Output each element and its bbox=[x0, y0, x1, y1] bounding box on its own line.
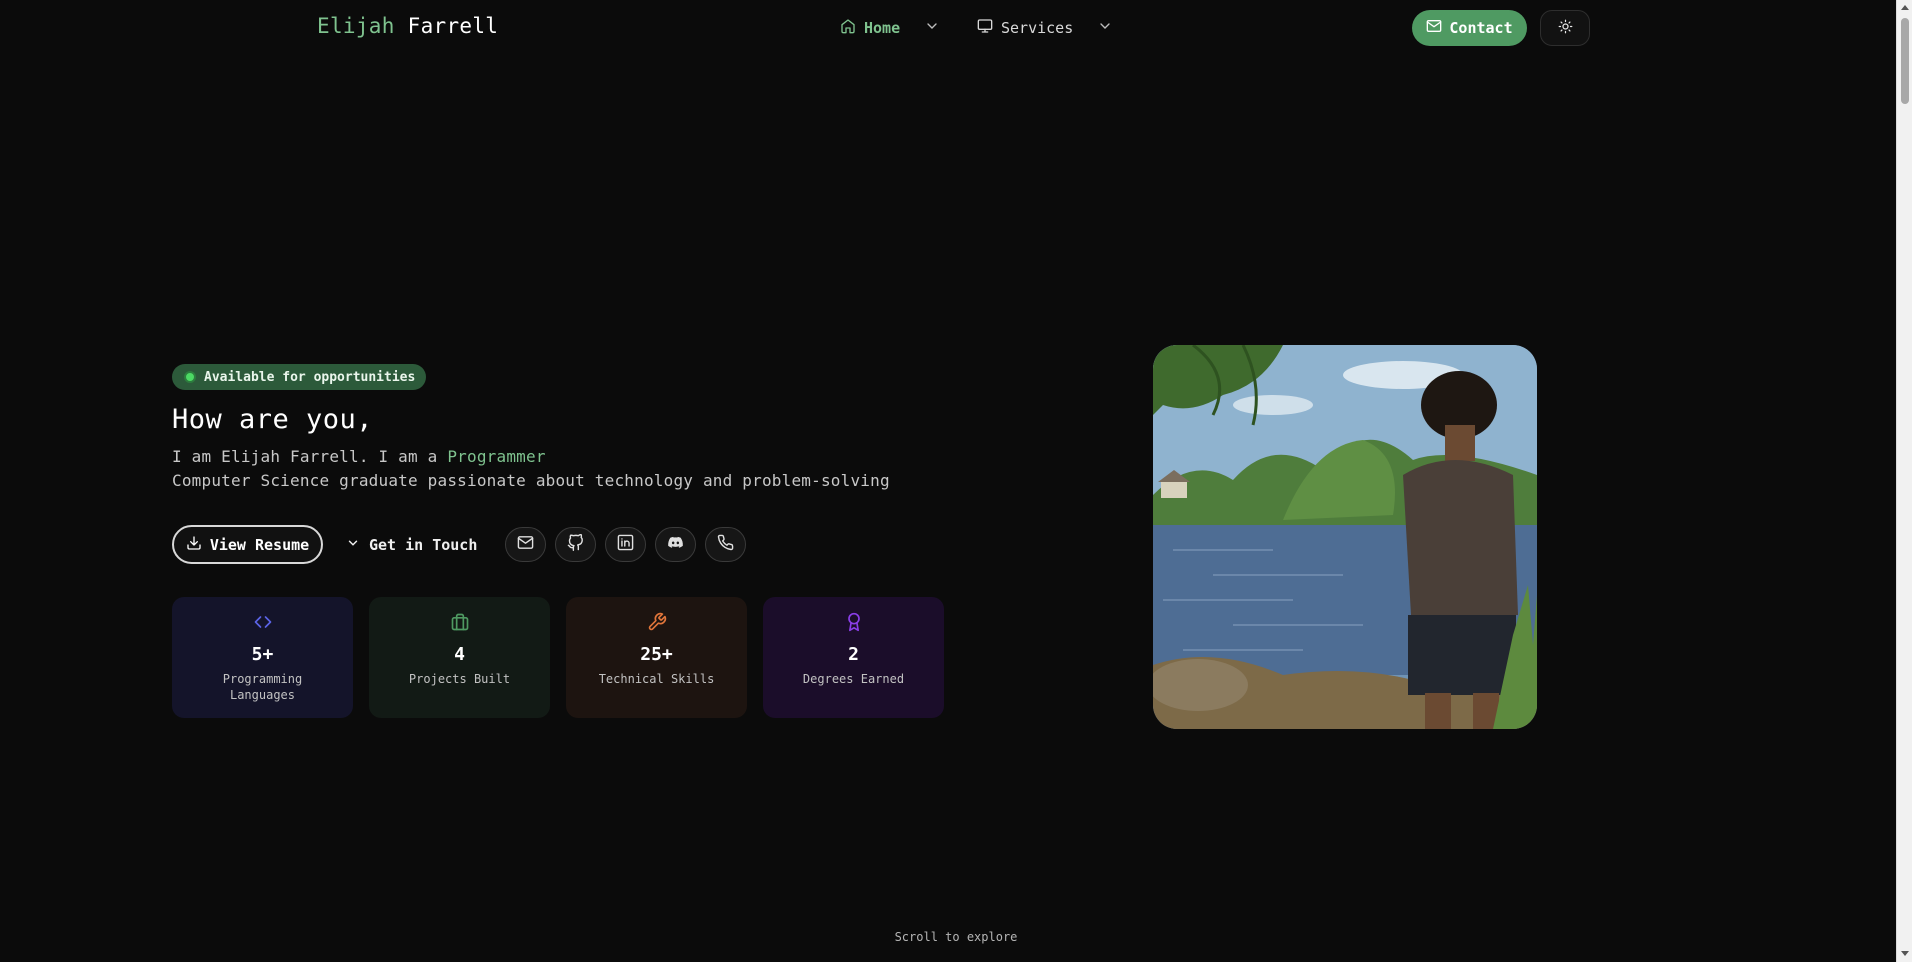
hero-tagline: Computer Science graduate passionate abo… bbox=[172, 471, 890, 490]
brand-last-name: Farrell bbox=[407, 14, 499, 38]
nav-services-label: Services bbox=[1001, 19, 1074, 37]
phone-icon bbox=[717, 534, 734, 555]
view-resume-label: View Resume bbox=[209, 535, 310, 554]
page-scrollbar[interactable] bbox=[1896, 0, 1912, 962]
stat-value: 4 bbox=[454, 644, 465, 665]
stat-label: Degrees Earned bbox=[802, 672, 905, 686]
discord-icon bbox=[667, 534, 684, 555]
sun-icon bbox=[1558, 19, 1573, 38]
social-discord-button[interactable] bbox=[655, 527, 696, 562]
availability-label: Available for opportunities bbox=[204, 369, 416, 385]
stat-card-degrees: 2 Degrees Earned bbox=[763, 597, 944, 718]
award-icon bbox=[844, 612, 864, 636]
profile-illustration bbox=[1153, 345, 1537, 729]
wrench-icon bbox=[647, 612, 667, 636]
contact-label: Contact bbox=[1449, 19, 1513, 37]
availability-badge: Available for opportunities bbox=[172, 364, 427, 390]
top-nav: Elijah Farrell Home Services Contact bbox=[0, 0, 1896, 56]
stat-label: Projects Built bbox=[408, 672, 511, 686]
stat-card-skills: 25+ Technical Skills bbox=[566, 597, 747, 718]
brand-logo[interactable]: Elijah Farrell bbox=[317, 14, 498, 38]
status-dot-icon bbox=[184, 371, 196, 383]
scroll-up-arrow-icon[interactable] bbox=[1901, 5, 1909, 10]
linkedin-icon bbox=[617, 534, 634, 555]
social-links bbox=[505, 527, 746, 562]
stat-card-languages: 5+ Programming Languages bbox=[172, 597, 353, 718]
chevron-down-icon bbox=[346, 536, 360, 554]
nav-home[interactable]: Home bbox=[840, 17, 940, 39]
scrollbar-thumb[interactable] bbox=[1901, 18, 1909, 104]
social-email-button[interactable] bbox=[505, 527, 546, 562]
chevron-down-icon[interactable] bbox=[924, 18, 940, 38]
stat-label: Programming Languages bbox=[222, 672, 303, 702]
brand-first-name: Elijah bbox=[317, 14, 395, 38]
hero-greeting: How are you, bbox=[172, 404, 374, 435]
social-github-button[interactable] bbox=[555, 527, 596, 562]
theme-toggle-button[interactable] bbox=[1540, 10, 1590, 46]
get-in-touch-button[interactable]: Get in Touch bbox=[346, 525, 477, 564]
code-icon bbox=[253, 612, 273, 636]
chevron-down-icon[interactable] bbox=[1097, 18, 1113, 38]
download-icon bbox=[186, 535, 202, 555]
intro-text: I am Elijah Farrell. I am a bbox=[172, 447, 438, 466]
nav-services[interactable]: Services bbox=[977, 17, 1113, 39]
mail-icon bbox=[517, 534, 534, 555]
social-linkedin-button[interactable] bbox=[605, 527, 646, 562]
briefcase-icon bbox=[450, 612, 470, 636]
nav-home-label: Home bbox=[864, 19, 901, 37]
github-icon bbox=[567, 533, 584, 555]
contact-button[interactable]: Contact bbox=[1412, 10, 1527, 46]
get-in-touch-label: Get in Touch bbox=[369, 535, 478, 554]
stat-value: 5+ bbox=[251, 644, 274, 665]
stat-card-projects: 4 Projects Built bbox=[369, 597, 550, 718]
view-resume-button[interactable]: View Resume bbox=[172, 525, 323, 564]
stat-label: Technical Skills bbox=[598, 672, 715, 686]
scroll-hint: Scroll to explore bbox=[894, 930, 1018, 944]
scroll-down-arrow-icon[interactable] bbox=[1901, 951, 1909, 956]
mail-icon bbox=[1426, 18, 1442, 38]
stats-row: 5+ Programming Languages 4 Projects Buil… bbox=[172, 597, 944, 718]
intro-role: Programmer bbox=[447, 447, 546, 466]
stat-value: 25+ bbox=[640, 644, 673, 665]
home-icon bbox=[840, 18, 856, 38]
stat-value: 2 bbox=[848, 644, 859, 665]
social-phone-button[interactable] bbox=[705, 527, 746, 562]
hero-intro: I am Elijah Farrell. I am a Programmer bbox=[172, 447, 546, 466]
monitor-icon bbox=[977, 18, 993, 38]
